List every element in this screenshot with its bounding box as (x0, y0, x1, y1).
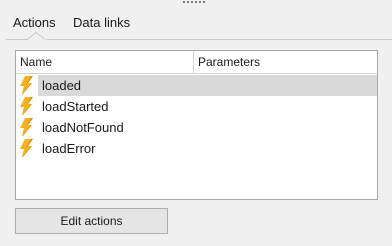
tab-divider (46, 39, 392, 40)
column-header-name[interactable]: Name (16, 51, 194, 73)
tab-data-links[interactable]: Data links (73, 12, 130, 36)
table-row[interactable]: loadNotFound (16, 117, 377, 138)
action-name: loadStarted (42, 99, 109, 114)
table-row[interactable]: loaded (16, 75, 377, 96)
lightning-icon (19, 139, 35, 158)
actions-table[interactable]: Name Parameters loaded loadStarted loadNot… (15, 50, 378, 200)
action-name: loadNotFound (42, 120, 124, 135)
action-name: loadError (42, 141, 96, 156)
lightning-icon (19, 118, 35, 137)
column-header-parameters[interactable]: Parameters (194, 51, 377, 73)
table-rows: loaded loadStarted loadNotFound loadError (16, 75, 377, 159)
row-selection-highlight (38, 75, 377, 96)
table-row[interactable]: loadStarted (16, 96, 377, 117)
lightning-icon (19, 76, 35, 95)
table-row[interactable]: loadError (16, 138, 377, 159)
drag-grip[interactable] (183, 0, 209, 4)
action-name: loaded (42, 78, 82, 93)
actions-panel: Actions Data links Name Parameters loade… (0, 0, 392, 246)
edit-actions-button[interactable]: Edit actions (15, 208, 168, 234)
lightning-icon (19, 97, 35, 116)
tab-divider (6, 39, 28, 40)
table-header: Name Parameters (16, 51, 377, 74)
tab-bar: Actions Data links (0, 12, 392, 40)
